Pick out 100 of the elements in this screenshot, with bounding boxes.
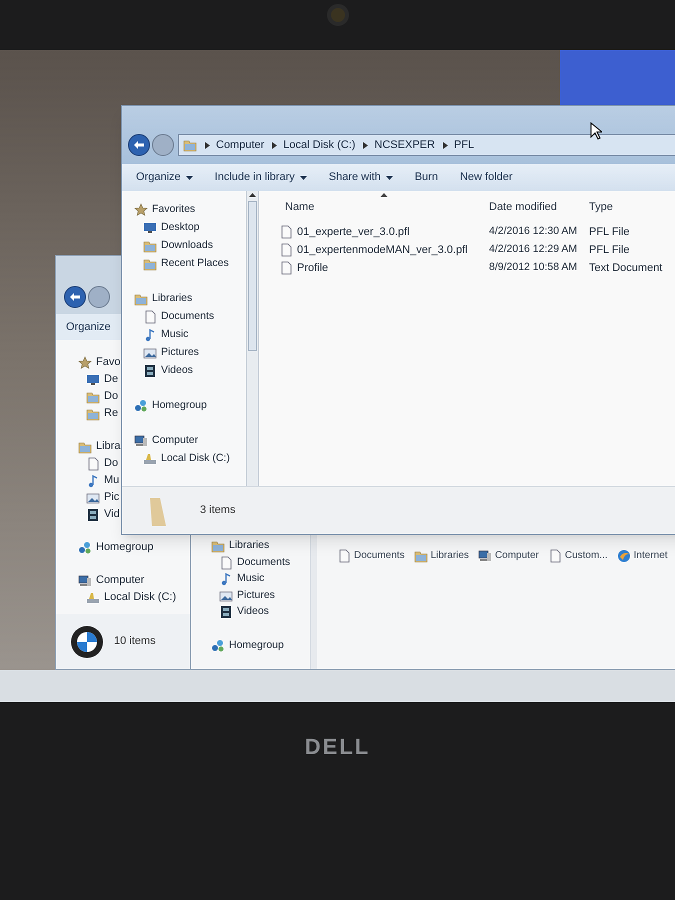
film-icon	[143, 364, 157, 378]
music-note-icon	[143, 328, 157, 342]
toolbar-button[interactable]: Include in library	[214, 169, 307, 186]
nav-item[interactable]: Computer	[134, 432, 198, 450]
nav-item[interactable]: Desktop	[134, 219, 200, 237]
computer-icon	[478, 548, 492, 562]
computer-icon	[78, 574, 92, 588]
document-icon	[337, 548, 351, 562]
item-count: 10 items	[114, 634, 156, 650]
nav-item[interactable]: Pic	[78, 489, 120, 506]
monitor-icon	[143, 221, 157, 235]
webcam-icon	[326, 4, 348, 26]
document-icon	[279, 261, 293, 275]
nav-item[interactable]: De	[78, 371, 118, 388]
breadcrumb[interactable]: PFL	[454, 136, 474, 154]
nav-item[interactable]: Local Disk (C:)	[78, 589, 176, 606]
back-button[interactable]	[64, 286, 86, 308]
toolbar-button[interactable]: Burn	[414, 169, 438, 186]
breadcrumb[interactable]: Local Disk (C:)	[283, 136, 356, 154]
toolbar-button[interactable]: Organize	[66, 318, 111, 336]
up-arrow-icon	[249, 193, 256, 197]
nav-item[interactable]: Pictures	[211, 588, 275, 604]
nav-item[interactable]: Pictures	[134, 344, 199, 362]
caret-icon	[300, 176, 307, 180]
scroll-thumb[interactable]	[248, 201, 257, 351]
nav-item[interactable]: Music	[211, 571, 264, 588]
item-count: 3 items	[200, 503, 236, 518]
nav-item[interactable]: Music	[134, 326, 188, 344]
chevron-icon	[442, 142, 448, 148]
table-cell-text: PFL File	[589, 242, 631, 258]
monitor-icon	[86, 372, 100, 386]
star-icon	[134, 203, 148, 217]
nav-item[interactable]: Local Disk (C:)	[134, 450, 230, 468]
toolbar-button[interactable]: Share with	[328, 169, 393, 186]
table-cell-text: Text Document	[589, 260, 664, 276]
scrollbar[interactable]	[246, 191, 259, 486]
nav-item[interactable]: Videos	[211, 604, 269, 620]
network-icon	[211, 638, 225, 653]
picture-icon	[219, 588, 233, 603]
column-header[interactable]: Type	[589, 193, 669, 215]
nav-item[interactable]: Favorites	[134, 201, 196, 219]
table-cell-text: 4/2/2016 12:30 AM	[489, 224, 578, 240]
column-header[interactable]: Date modified	[489, 193, 589, 215]
nav-item[interactable]: Do	[78, 388, 118, 405]
music-note-icon	[86, 474, 100, 488]
film-icon	[219, 605, 233, 620]
nav-item[interactable]: Documents	[134, 308, 214, 326]
logo: DELL	[304, 733, 370, 761]
table-cell-text: 8/9/2012 10:58 AM	[489, 260, 578, 276]
nav-item[interactable]: Computer	[78, 572, 144, 589]
nav-item[interactable]: Libraries	[134, 290, 192, 308]
toolbar-button[interactable]: New folder	[460, 169, 513, 186]
nav-item[interactable]: Videos	[134, 362, 193, 380]
picture-icon	[143, 346, 157, 360]
nav-item[interactable]: Recent Places	[134, 255, 229, 273]
nav-item[interactable]: Mu	[78, 472, 120, 489]
quick-link[interactable]: Custom...	[548, 548, 608, 563]
network-icon	[134, 399, 148, 413]
cursor-icon	[590, 122, 602, 140]
chevron-icon	[205, 142, 210, 148]
toolbar-button[interactable]: Organize	[136, 169, 193, 186]
computer-icon	[134, 434, 148, 448]
file-name[interactable]: Profile	[279, 260, 489, 276]
nav-item[interactable]: Libra	[78, 438, 120, 455]
table-cell-text: PFL File	[589, 224, 631, 240]
nav-item[interactable]: Libraries	[211, 538, 270, 554]
breadcrumb[interactable]: Computer	[216, 136, 264, 154]
document-icon	[279, 225, 293, 239]
nav-item[interactable]: Documents	[211, 554, 290, 571]
nav-item[interactable]: Do	[78, 455, 118, 472]
document-icon	[143, 310, 157, 324]
document-icon	[219, 556, 233, 570]
nav-item[interactable]: Vid	[78, 506, 120, 523]
breadcrumb[interactable]: NCSEXPER	[374, 136, 435, 154]
picture-icon	[86, 490, 100, 504]
globe-icon	[616, 548, 631, 562]
address-bar[interactable]: Computer Local Disk (C:) NCSEXPER PFL	[178, 134, 675, 156]
drive-icon	[86, 590, 100, 604]
file-name[interactable]: 01_expertenmodeMAN_ver_3.0.pfl	[279, 242, 489, 258]
left-arrow-icon	[69, 292, 81, 302]
document-icon	[279, 243, 293, 257]
nav-item[interactable]: Downloads	[134, 237, 213, 255]
quick-link[interactable]: Documents	[337, 548, 405, 563]
film-icon	[86, 508, 100, 522]
nav-item[interactable]: Favo	[78, 354, 120, 371]
table-cell-text: 4/2/2016 12:29 AM	[489, 242, 578, 258]
nav-item[interactable]: Homegroup	[134, 397, 207, 415]
back-button[interactable]	[128, 134, 150, 156]
roundel-icon	[70, 624, 104, 658]
nav-item[interactable]: Homegroup	[78, 539, 154, 556]
quick-link[interactable]: Libraries	[414, 548, 469, 563]
quick-link[interactable]: Internet	[616, 548, 668, 563]
column-header[interactable]: Name	[279, 193, 489, 215]
quick-link[interactable]: Computer	[478, 548, 539, 563]
star-icon	[78, 356, 92, 370]
file-name[interactable]: 01_experte_ver_3.0.pfl	[279, 224, 489, 240]
network-icon	[78, 540, 92, 554]
nav-item[interactable]: Re	[78, 405, 118, 422]
nav-item[interactable]: Homegroup	[211, 638, 284, 654]
music-note-icon	[219, 572, 233, 586]
